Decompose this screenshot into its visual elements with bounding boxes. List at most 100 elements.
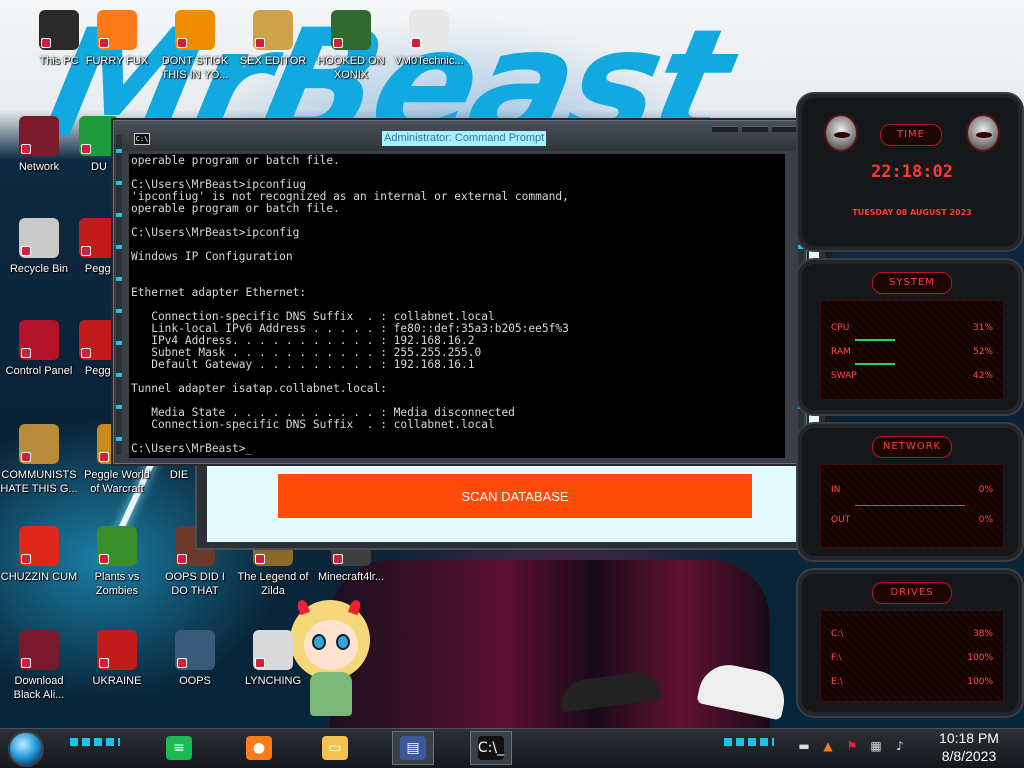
firefox-icon: ●	[246, 736, 272, 760]
desktop-icon-label: DONT STICK THIS IN YO...	[161, 55, 229, 81]
doctor-icon	[409, 10, 449, 50]
minimize-button[interactable]	[712, 126, 738, 132]
taskbar-clock[interactable]: 10:18 PM 8/8/2023	[930, 729, 1008, 765]
recycle-bin-icon	[19, 218, 59, 258]
drives-gadget-header: DRIVES	[872, 582, 952, 604]
system-tray: ▬ ▲ ⚑ ▦ ♪	[796, 738, 908, 754]
network-gadget[interactable]: NETWORK IN 0% OUT 0%	[796, 422, 1024, 562]
vlc-cone-icon	[175, 10, 215, 50]
desktop-icon[interactable]: COMMUNISTS HATE THIS G...	[0, 424, 78, 496]
taskbar-app-button[interactable]: C:\_	[470, 731, 512, 765]
desktop-icon[interactable]: VM0Technic...	[390, 10, 468, 68]
shortcut-badge-icon	[411, 38, 421, 48]
desktop-icon-label: FURRY FUX	[85, 55, 149, 67]
taskbar-app-button[interactable]: ≡	[158, 731, 200, 765]
time-gadget[interactable]: TIME 22:18:02 TUESDAY 08 AUGUST 2023	[796, 92, 1024, 252]
cmd-icon: C:\_	[478, 736, 504, 760]
desktop-icon-label: The Legend of Zilda	[237, 571, 309, 597]
cmd-output-text[interactable]: operable program or batch file. C:\Users…	[131, 155, 569, 455]
desktop-icon[interactable]: OOPS	[156, 630, 234, 688]
flag-icon[interactable]: ⚑	[844, 738, 860, 754]
desktop-icon-label: COMMUNISTS HATE THIS G...	[0, 469, 78, 495]
notification-icon[interactable]: ▲	[820, 738, 836, 754]
desktop-icon[interactable]: SEX EDITOR	[234, 10, 312, 68]
desktop-icon-label: UKRAINE	[92, 675, 142, 687]
spotify-icon: ≡	[166, 736, 192, 760]
desktop-icon[interactable]: CHUZZIN CUM	[0, 526, 78, 584]
desktop-icon[interactable]: HOOKED ON XONIX	[312, 10, 390, 82]
shortcut-badge-icon	[41, 38, 51, 48]
alien-head-icon	[824, 114, 858, 152]
network-tray-icon[interactable]: ▦	[868, 738, 884, 754]
xonix-icon	[331, 10, 371, 50]
alienware-icon	[19, 630, 59, 670]
system-gadget[interactable]: SYSTEM CPU 31% RAM 52% SWAP 42%	[796, 258, 1024, 416]
shortcut-badge-icon	[99, 38, 109, 48]
desktop-icon[interactable]: UKRAINE	[78, 630, 156, 688]
shortcut-badge-icon	[21, 144, 31, 154]
desktop-icon-label: Plants vs Zombies	[94, 571, 140, 597]
desktop-icon-label: Minecraft4lr...	[317, 571, 385, 583]
close-button[interactable]	[772, 126, 798, 132]
system-gadget-panel: CPU 31% RAM 52% SWAP 42%	[820, 300, 1004, 400]
volume-icon[interactable]: ♪	[892, 738, 908, 754]
scan-database-button[interactable]: SCAN DATABASE	[278, 474, 752, 518]
oops-icon	[175, 630, 215, 670]
desktop-icon-label: SEX EDITOR	[239, 55, 307, 67]
maximize-button[interactable]	[742, 126, 768, 132]
shortcut-badge-icon	[81, 144, 91, 154]
system-gadget-header: SYSTEM	[872, 272, 952, 294]
desktop-icon-label: Download Black Ali...	[13, 675, 65, 701]
network-gadget-header: NETWORK	[872, 436, 952, 458]
taskbar-decoration	[70, 738, 120, 746]
lynching-icon	[253, 630, 293, 670]
cmd-console[interactable]: operable program or batch file. C:\Users…	[129, 154, 785, 458]
taskbar-app-button[interactable]: ▭	[314, 731, 356, 765]
cmd-window-controls[interactable]	[712, 126, 798, 132]
drives-gadget-panel: C:\ 38% F:\ 100% E:\ 100%	[820, 610, 1004, 702]
taskbar-app-button[interactable]: ●	[238, 731, 280, 765]
cpu-bar	[855, 339, 895, 341]
control-panel-icon	[19, 320, 59, 360]
desktop-icon[interactable]: LYNCHING	[234, 630, 312, 688]
gadget-row-cpu: CPU 31%	[831, 323, 993, 333]
cmd-titlebar[interactable]: C:\ Administrator: Command Prompt	[114, 121, 806, 151]
drives-gadget[interactable]: DRIVES C:\ 38% F:\ 100% E:\ 100%	[796, 568, 1024, 718]
desktop-icon-label: LYNCHING	[244, 675, 302, 687]
network-gadget-panel: IN 0% OUT 0%	[820, 464, 1004, 548]
cmd-window-icon[interactable]: C:\	[134, 133, 150, 145]
shortcut-badge-icon	[21, 246, 31, 256]
taskbar-app-button[interactable]: ▤	[392, 731, 434, 765]
desktop-icon[interactable]: FURRY FUX	[78, 10, 156, 68]
desktop-icon-label: CHUZZIN CUM	[0, 571, 78, 583]
computer-icon	[39, 10, 79, 50]
start-button[interactable]	[8, 731, 44, 767]
firefox-icon	[97, 10, 137, 50]
hxd-icon	[253, 10, 293, 50]
shortcut-badge-icon	[81, 348, 91, 358]
chuzzle-icon	[19, 526, 59, 566]
folder-icon: ▭	[322, 736, 348, 760]
desktop-icon-label: OOPS DID I DO THAT	[165, 571, 225, 597]
command-prompt-window[interactable]: C:\ Administrator: Command Prompt operab…	[113, 120, 807, 464]
shortcut-badge-icon	[99, 452, 109, 462]
shortcut-badge-icon	[21, 658, 31, 668]
gadget-row-swap: SWAP 42%	[831, 371, 993, 381]
time-gadget-header: TIME	[880, 124, 942, 146]
desktop-icon[interactable]: DONT STICK THIS IN YO...	[156, 10, 234, 82]
ram-bar	[855, 363, 895, 365]
shortcut-badge-icon	[21, 452, 31, 462]
shortcut-badge-icon	[21, 554, 31, 564]
desktop-icon-label: OOPS	[179, 675, 211, 687]
desktop-icon[interactable]: Plants vs Zombies	[78, 526, 156, 598]
radiation-icon	[97, 630, 137, 670]
desktop-icon[interactable]: Download Black Ali...	[0, 630, 78, 702]
gadget-row-out: OUT 0%	[831, 515, 993, 525]
tray-arrow-icon[interactable]: ▬	[796, 738, 812, 754]
shortcut-badge-icon	[333, 38, 343, 48]
pvz-icon	[97, 526, 137, 566]
gadget-row-in: IN 0%	[831, 485, 993, 495]
shortcut-badge-icon	[177, 554, 187, 564]
shortcut-badge-icon	[99, 658, 109, 668]
money-bag-icon	[19, 424, 59, 464]
